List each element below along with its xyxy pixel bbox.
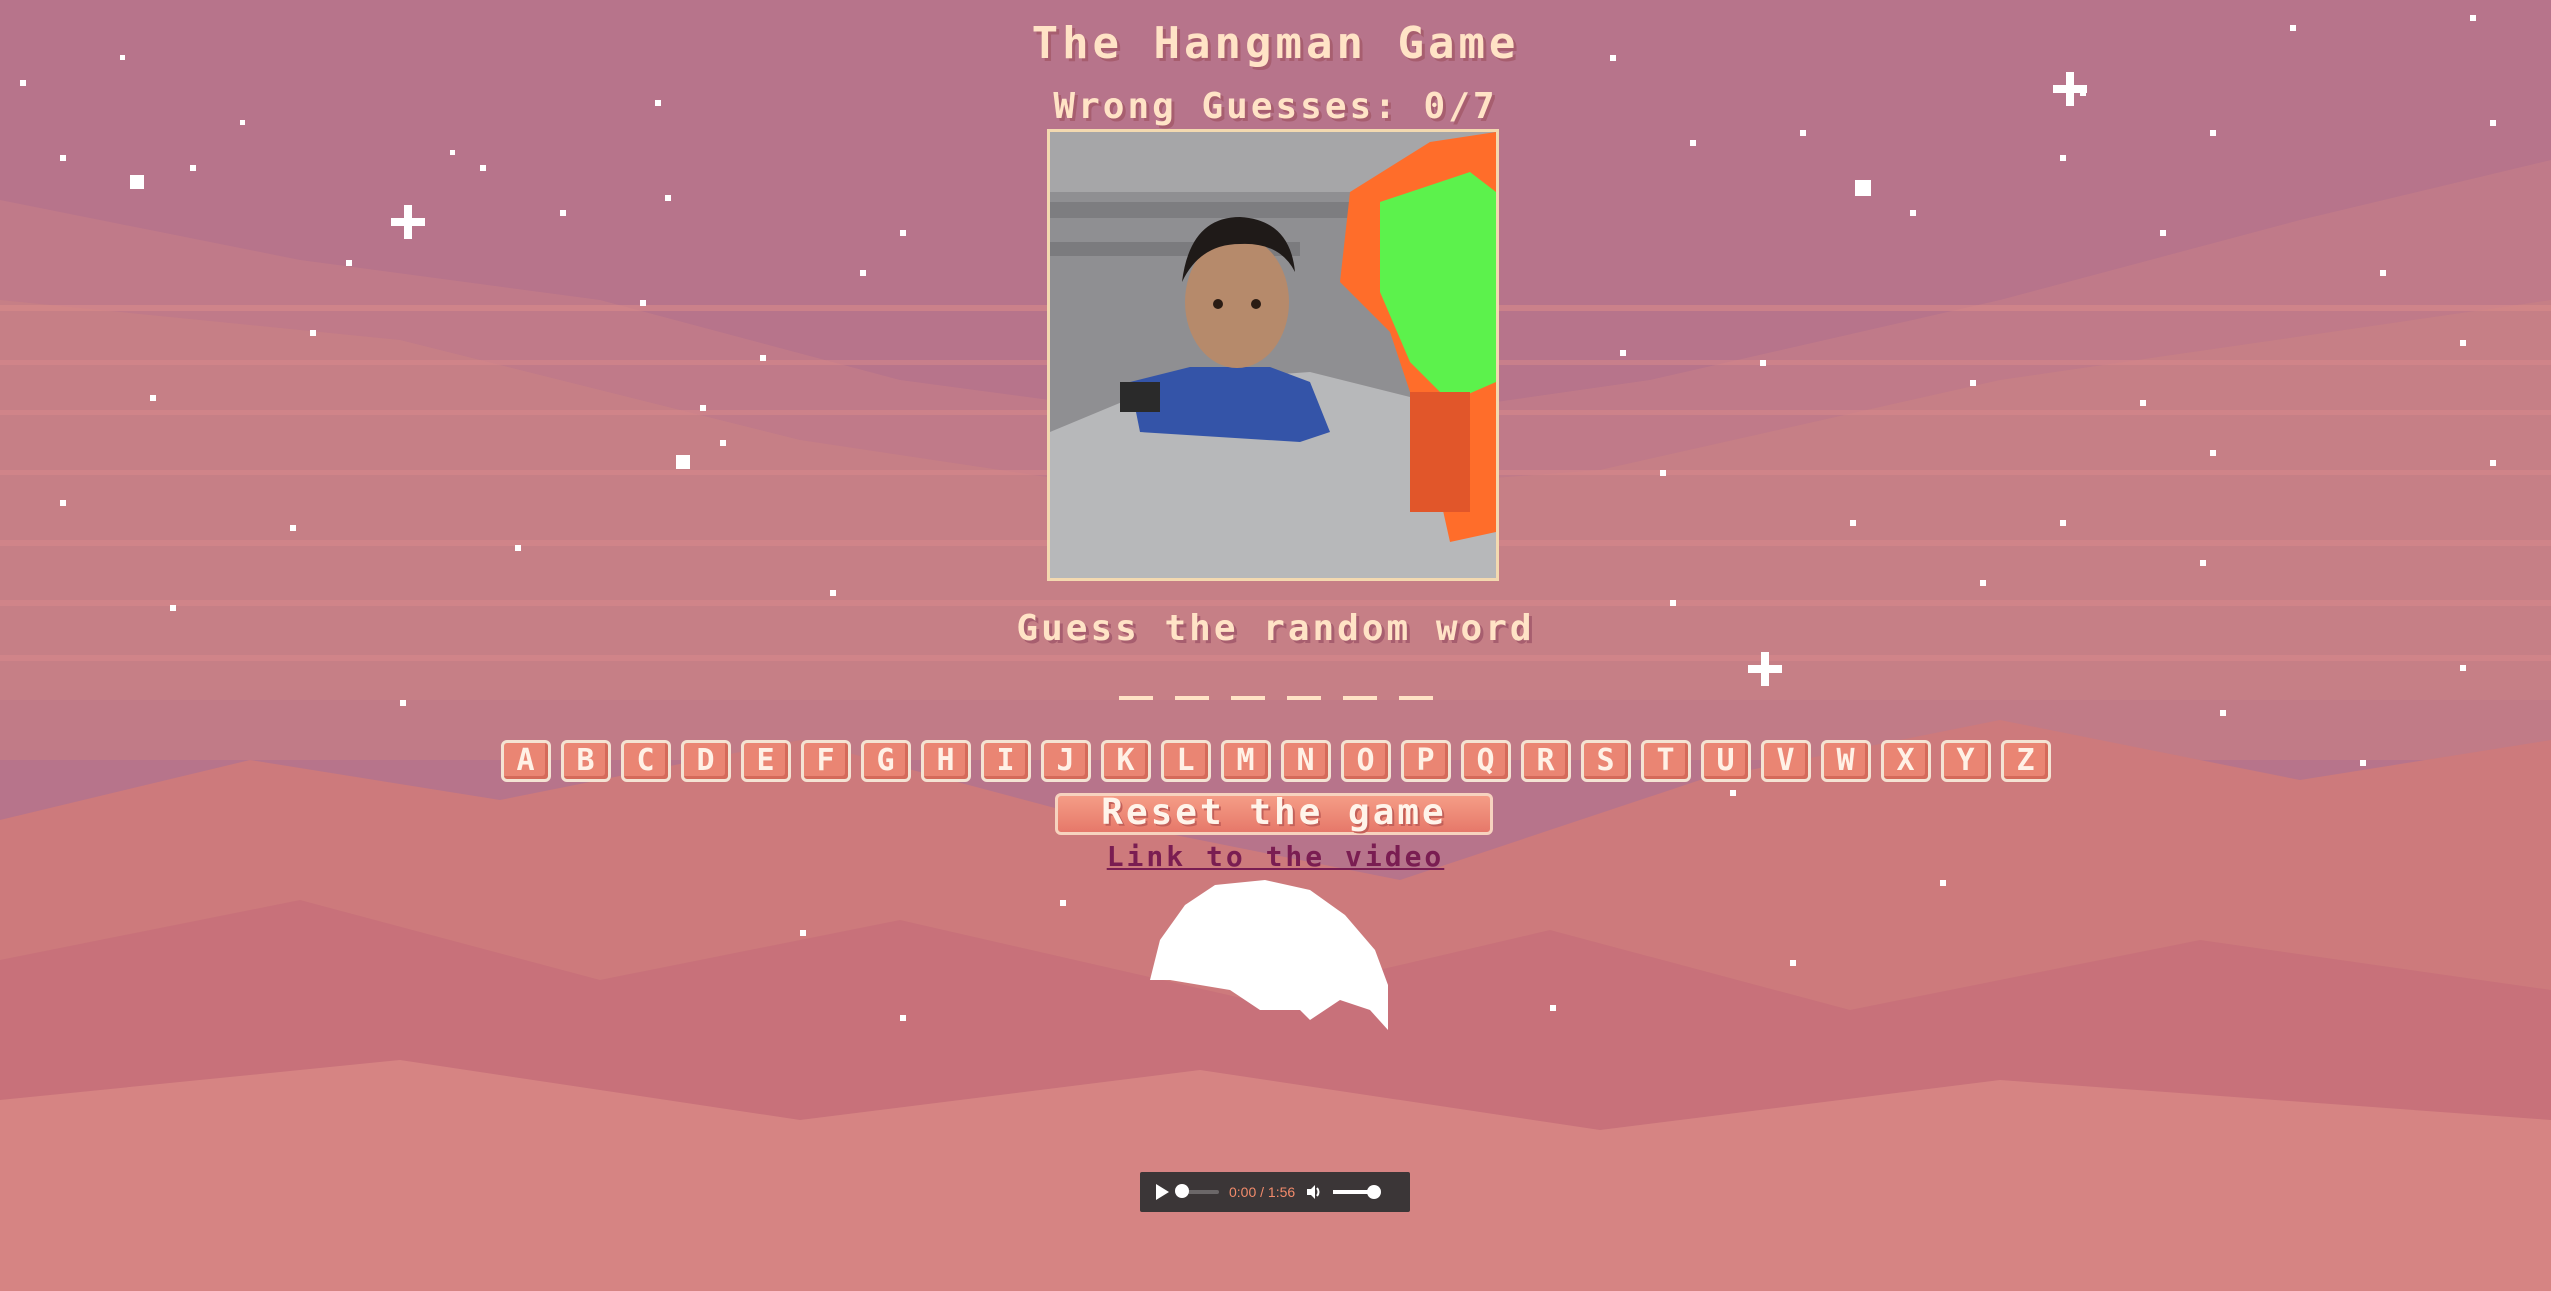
audio-progress-slider[interactable] (1175, 1184, 1219, 1198)
word-blank (1398, 682, 1433, 700)
letter-button-v[interactable]: V (1760, 740, 1811, 782)
letter-keyboard: A B C D E F G H I J K L M N O P Q R S T … (0, 740, 2551, 782)
letter-button-l[interactable]: L (1160, 740, 1211, 782)
letter-button-s[interactable]: S (1580, 740, 1631, 782)
word-blank (1286, 682, 1321, 700)
letter-button-u[interactable]: U (1700, 740, 1751, 782)
volume-icon[interactable] (1305, 1183, 1323, 1201)
letter-button-y[interactable]: Y (1940, 740, 1991, 782)
letter-button-q[interactable]: Q (1460, 740, 1511, 782)
letter-button-p[interactable]: P (1400, 740, 1451, 782)
reset-game-button[interactable]: Reset the game (1055, 793, 1493, 835)
letter-button-g[interactable]: G (860, 740, 911, 782)
letter-button-b[interactable]: B (560, 740, 611, 782)
letter-button-t[interactable]: T (1640, 740, 1691, 782)
volume-slider[interactable] (1333, 1185, 1382, 1199)
video-link-container: Link to the video (0, 840, 2551, 873)
letter-button-w[interactable]: W (1820, 740, 1871, 782)
boy-with-toy-gun-image (1050, 132, 1496, 578)
letter-button-a[interactable]: A (500, 740, 551, 782)
letter-button-h[interactable]: H (920, 740, 971, 782)
letter-button-c[interactable]: C (620, 740, 671, 782)
wrong-guesses-counter: Wrong Guesses: 0/7 (1053, 86, 1498, 127)
letter-button-o[interactable]: O (1340, 740, 1391, 782)
letter-button-x[interactable]: X (1880, 740, 1931, 782)
letter-button-r[interactable]: R (1520, 740, 1571, 782)
letter-button-i[interactable]: I (980, 740, 1031, 782)
video-link[interactable]: Link to the video (1107, 840, 1445, 873)
word-blanks (0, 682, 2551, 700)
letter-button-j[interactable]: J (1040, 740, 1091, 782)
word-blank (1118, 682, 1153, 700)
letter-button-f[interactable]: F (800, 740, 851, 782)
word-blank (1342, 682, 1377, 700)
play-icon[interactable] (1156, 1184, 1169, 1200)
letter-button-d[interactable]: D (680, 740, 731, 782)
letter-button-k[interactable]: K (1100, 740, 1151, 782)
letter-button-m[interactable]: M (1220, 740, 1271, 782)
word-blank (1174, 682, 1209, 700)
letter-button-e[interactable]: E (740, 740, 791, 782)
game-title: The Hangman Game (1031, 18, 1520, 69)
audio-time: 0:00 / 1:56 (1229, 1184, 1296, 1200)
guess-prompt: Guess the random word (1016, 608, 1535, 649)
word-blank (1230, 682, 1265, 700)
letter-button-n[interactable]: N (1280, 740, 1331, 782)
letter-button-z[interactable]: Z (2000, 740, 2051, 782)
audio-player: 0:00 / 1:56 (1140, 1172, 1410, 1212)
hangman-image (1047, 129, 1499, 581)
